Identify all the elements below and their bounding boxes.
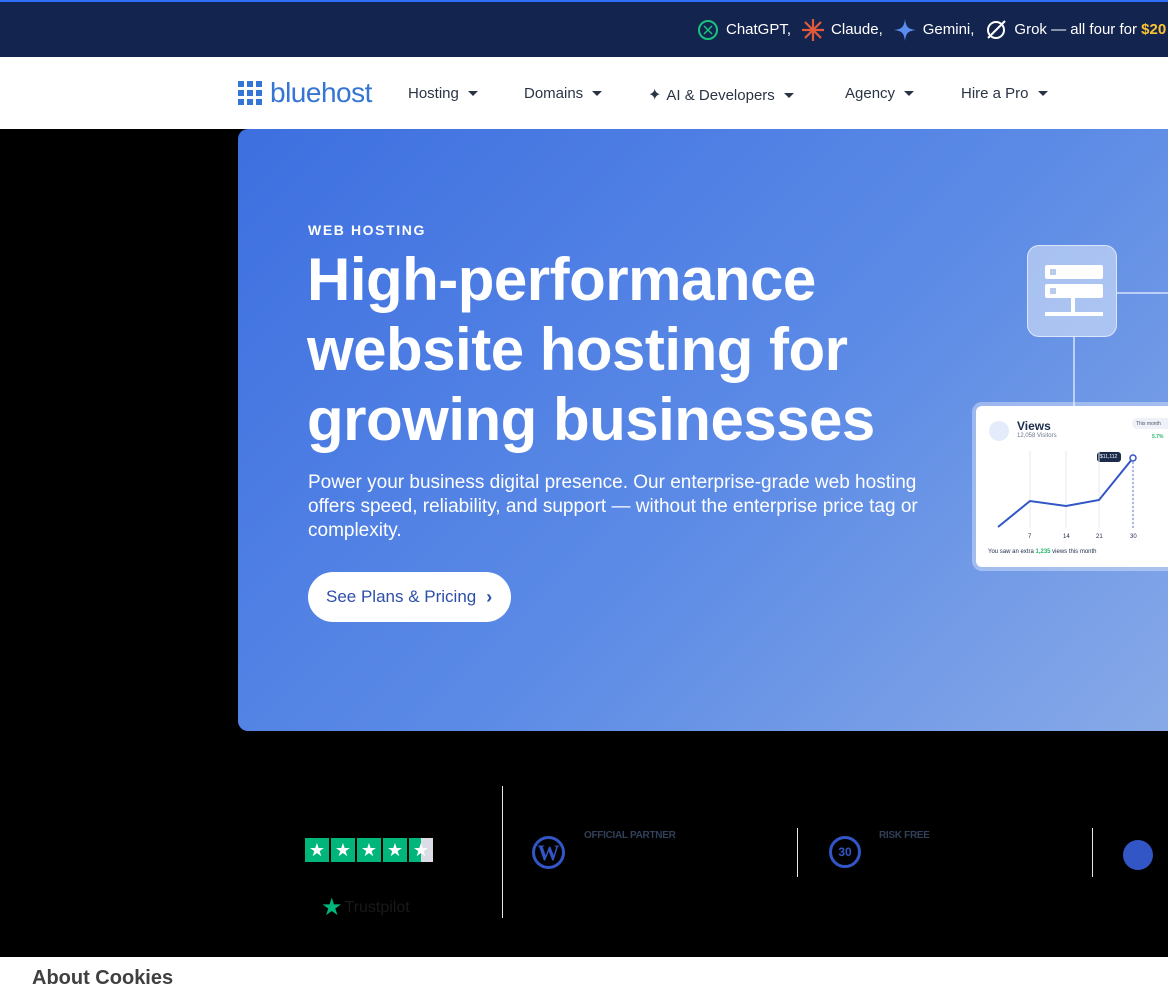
nav-item-hosting[interactable]: Hosting (408, 85, 478, 102)
bluehost-logo[interactable]: bluehost (238, 77, 372, 109)
nav-item-ai-developers[interactable]: ✦ AI & Developers (648, 85, 794, 105)
footer-value: 1,235 (1035, 549, 1051, 555)
footer-suffix: views this month (1052, 549, 1097, 555)
star-icon: ★ (383, 838, 407, 862)
trustpilot-rating: ★ ★ ★ ★ ★ (305, 838, 435, 862)
cookie-banner: About Cookies (0, 957, 1168, 993)
views-analytics-card: Views 12,058 Visitors This month 5.7% $1… (976, 406, 1168, 567)
nav-item-domains[interactable]: Domains (524, 85, 603, 102)
promo-label-gemini: Gemini, (922, 21, 975, 38)
nav-label-agency: Agency (845, 85, 896, 102)
wordpress-icon: W (532, 836, 565, 869)
promo-label-claude: Claude, (831, 21, 883, 38)
promo-banner[interactable]: ChatGPT, Claude, Gemini, Grok — all four… (0, 0, 1168, 57)
views-line-chart: 7 14 21 30 (997, 451, 1137, 540)
logo-grid-icon (238, 81, 262, 105)
divider (797, 828, 798, 877)
x-tick-30: 30 (1130, 534, 1137, 540)
nav-label-hire-a-pro: Hire a Pro (961, 85, 1029, 102)
hero-section: WEB HOSTING High-performance website hos… (238, 129, 1168, 731)
star-icon: ★ (357, 838, 381, 862)
star-icon: ★ (331, 838, 355, 862)
claude-icon (802, 18, 825, 41)
nav-item-agency[interactable]: Agency (845, 85, 915, 102)
promo-label-chatgpt: ChatGPT, (726, 21, 792, 38)
nav-label-domains: Domains (524, 85, 584, 102)
trustpilot-logo[interactable]: ★ Trustpilot (321, 896, 410, 920)
divider (502, 786, 503, 918)
trust-strip (0, 731, 1168, 957)
thirty-day-icon: 30 (829, 836, 861, 868)
divider (1092, 828, 1093, 877)
see-plans-button[interactable]: See Plans & Pricing › (308, 572, 511, 622)
views-footer: You saw an extra 1,235 views this month (988, 549, 1097, 555)
main-nav: bluehost Hosting Domains ✦ AI & Develope… (0, 57, 1168, 129)
promo-content: ChatGPT, Claude, Gemini, Grok — all four… (696, 2, 1168, 57)
footer-prefix: You saw an extra (988, 549, 1034, 555)
x-tick-14: 14 (1063, 534, 1070, 540)
promo-price: $20 (1141, 21, 1167, 38)
promo-label-grok: Grok — all four for (1014, 21, 1137, 38)
chatgpt-icon (698, 19, 718, 40)
see-plans-label: See Plans & Pricing (326, 587, 477, 606)
logo-text: bluehost (270, 77, 372, 108)
chevron-down-icon (592, 91, 603, 96)
connector-line (1117, 292, 1168, 294)
promo-item-chatgpt: ChatGPT, (696, 18, 791, 42)
half-star-icon: ★ (409, 838, 433, 862)
star-icon: ★ (305, 838, 329, 862)
hero-headline: High-performance website hosting for gro… (307, 246, 875, 453)
promo-item-grok: Grok — all four for $20 (984, 18, 1166, 42)
speedometer-icon (1123, 840, 1153, 870)
x-tick-7: 7 (1028, 534, 1032, 540)
nav-item-hire-a-pro[interactable]: Hire a Pro (961, 85, 1048, 102)
risk-free-label: RISK FREE (879, 830, 930, 841)
chevron-right-icon: › (486, 586, 493, 607)
promo-item-claude: Claude, (801, 18, 883, 42)
nav-label-hosting: Hosting (408, 85, 459, 102)
server-icon (1045, 265, 1103, 316)
hero-eyebrow: WEB HOSTING (308, 222, 426, 238)
chevron-down-icon (783, 92, 794, 98)
cookie-title: About Cookies (32, 967, 174, 989)
promo-item-gemini: Gemini, (893, 18, 975, 42)
official-partner-label: OFFICIAL PARTNER (584, 830, 676, 841)
grok-icon (987, 19, 1007, 39)
chevron-down-icon (904, 91, 915, 96)
connector-line (1073, 337, 1075, 407)
sparkle-icon: ✦ (648, 87, 662, 104)
server-tile (1027, 245, 1117, 337)
chevron-down-icon (467, 91, 478, 96)
hero-subtitle: Power your business digital presence. Ou… (308, 472, 918, 541)
chevron-down-icon (1037, 91, 1048, 96)
trustpilot-star-icon: ★ (321, 894, 343, 921)
trustpilot-label: Trustpilot (344, 899, 410, 916)
x-tick-21: 21 (1096, 534, 1103, 540)
gemini-icon (893, 18, 916, 41)
nav-label-ai-developers: AI & Developers (666, 86, 775, 104)
